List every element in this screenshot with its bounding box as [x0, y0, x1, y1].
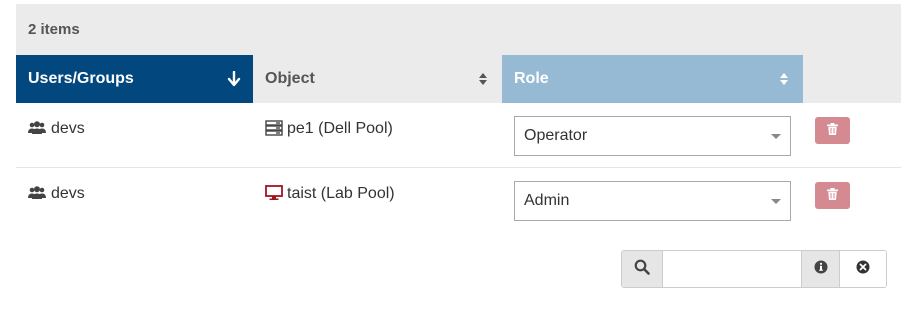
- search-box: [621, 250, 887, 288]
- chevron-down-icon: [771, 133, 781, 139]
- user-cell: devs: [16, 103, 253, 167]
- column-label-users-groups: Users/Groups: [28, 70, 134, 87]
- delete-button[interactable]: [815, 117, 850, 144]
- sort-icon: [777, 71, 791, 87]
- trash-icon: [827, 122, 838, 140]
- role-select-value: Operator: [524, 127, 588, 144]
- actions-cell: [803, 168, 901, 233]
- server-icon: [265, 120, 283, 141]
- column-header-role[interactable]: Role: [502, 55, 803, 103]
- object-cell: taist (Lab Pool): [253, 168, 502, 233]
- permissions-table: 2 items Users/Groups Object Role devs pe…: [16, 4, 901, 233]
- users-group-icon: [28, 120, 46, 141]
- object-name: taist (Lab Pool): [287, 185, 395, 202]
- search-icon: [634, 259, 650, 280]
- sort-icon: [476, 71, 490, 87]
- delete-button[interactable]: [815, 182, 850, 209]
- trash-icon: [827, 187, 838, 205]
- desktop-icon: [265, 185, 283, 206]
- table-header: Users/Groups Object Role: [16, 55, 901, 103]
- column-header-users-groups[interactable]: Users/Groups: [16, 55, 253, 103]
- column-header-object[interactable]: Object: [253, 55, 502, 103]
- search-input[interactable]: [663, 251, 802, 287]
- table-row: devs taist (Lab Pool) Admin: [16, 168, 901, 233]
- object-name: pe1 (Dell Pool): [287, 120, 393, 137]
- role-cell: Operator: [502, 103, 803, 167]
- chevron-down-icon: [771, 198, 781, 204]
- role-select[interactable]: Operator: [514, 116, 791, 156]
- clear-search-button[interactable]: [840, 251, 886, 287]
- sort-descending-icon: [227, 71, 241, 87]
- role-select[interactable]: Admin: [514, 181, 791, 221]
- info-button[interactable]: [802, 251, 840, 287]
- users-group-icon: [28, 185, 46, 206]
- info-icon: [814, 260, 828, 279]
- search-button[interactable]: [622, 251, 663, 287]
- user-cell: devs: [16, 168, 253, 233]
- close-circle-icon: [856, 260, 870, 279]
- actions-cell: [803, 103, 901, 167]
- table-row: devs pe1 (Dell Pool) Operator: [16, 103, 901, 168]
- role-cell: Admin: [502, 168, 803, 233]
- user-name: devs: [51, 120, 85, 137]
- column-label-object: Object: [265, 70, 315, 87]
- object-cell: pe1 (Dell Pool): [253, 103, 502, 167]
- role-select-value: Admin: [524, 192, 570, 209]
- column-header-actions: [803, 55, 901, 103]
- items-count: 2 items: [16, 4, 901, 55]
- column-label-role: Role: [514, 70, 549, 87]
- user-name: devs: [51, 185, 85, 202]
